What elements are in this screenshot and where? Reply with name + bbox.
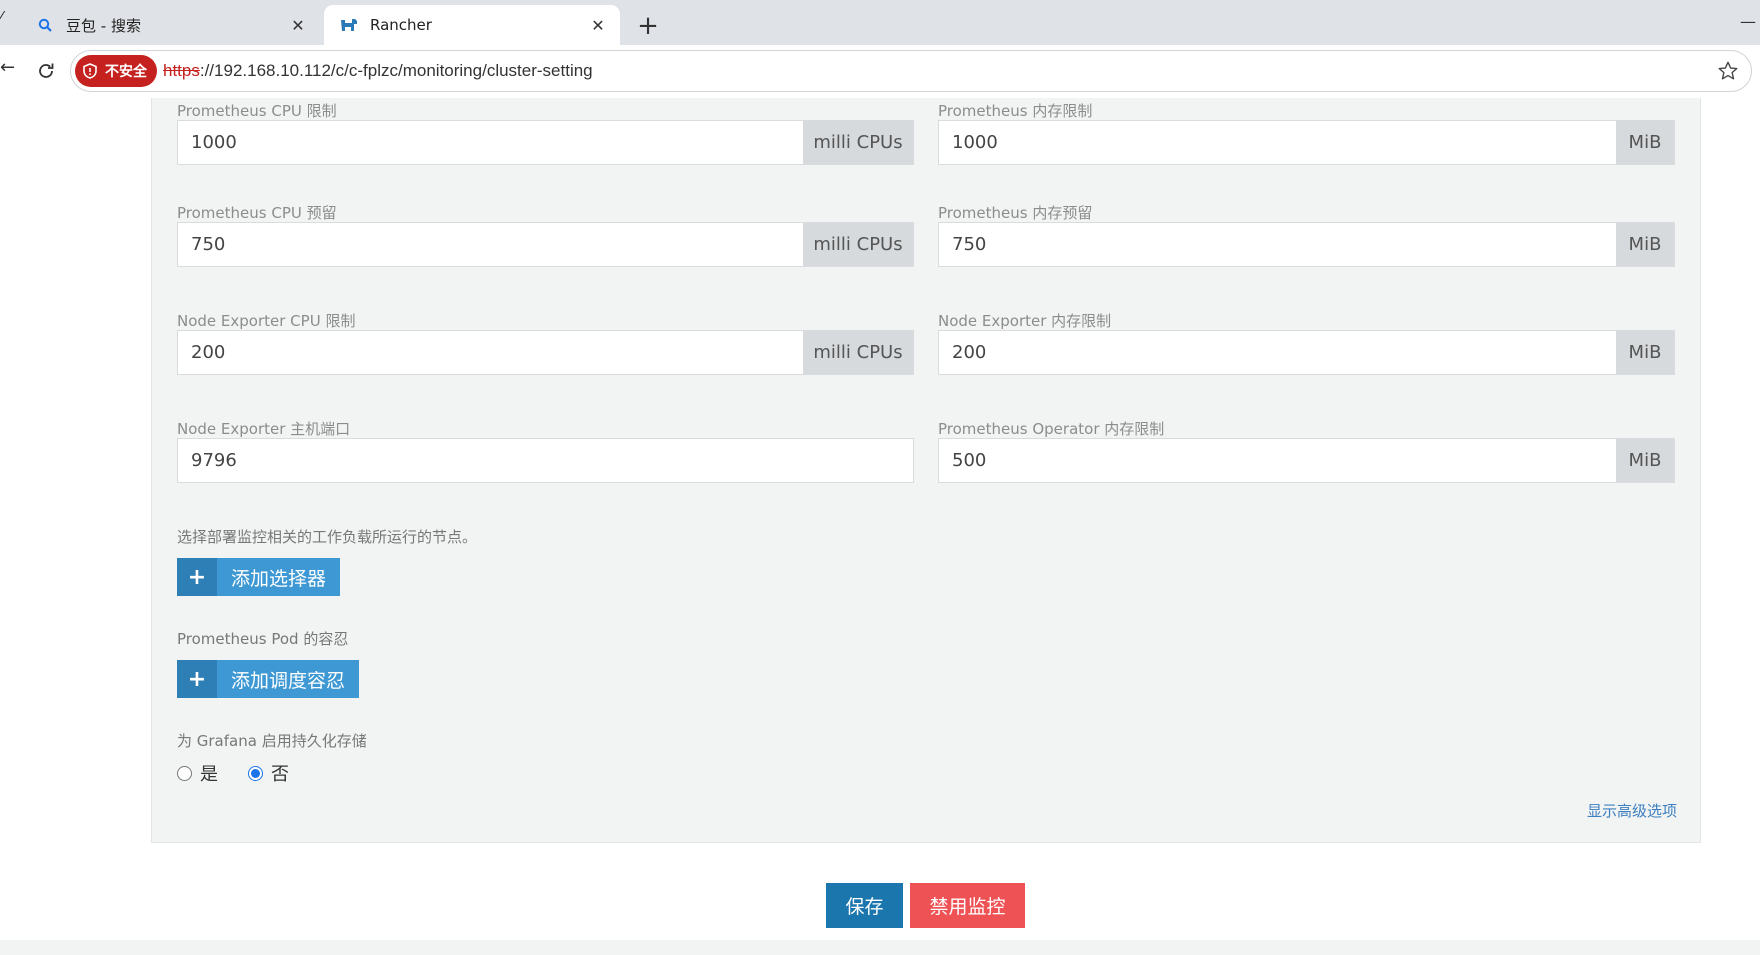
field-label: Prometheus Operator 内存限制 [938,420,1165,438]
plus-icon: + [177,660,217,698]
disable-monitoring-button[interactable]: 禁用监控 [910,883,1025,928]
operator-mem-limit-input[interactable]: 500 [939,439,1616,482]
unit-addon: MiB [1616,439,1674,482]
node-exporter-cpu-limit-input-group: 200 milli CPUs [177,330,914,375]
radio-yes[interactable]: 是 [177,760,218,786]
tab-doubao-search[interactable]: 豆包 - 搜索 ✕ [20,5,320,45]
bookmark-star-icon[interactable] [1717,60,1741,84]
tab-strip-overflow[interactable]: ⁄ [0,8,20,42]
field-label: Prometheus CPU 预留 [177,204,337,222]
operator-mem-limit-field: Prometheus Operator 内存限制 500 MiB [938,418,1675,488]
shield-warning-icon [83,63,97,79]
prometheus-cpu-reserve-input-group: 750 milli CPUs [177,222,914,267]
radio-no[interactable]: 否 [248,760,289,786]
back-arrow-icon[interactable]: ← [0,57,15,85]
radio-no-label: 否 [271,764,289,785]
operator-mem-limit-input-group: 500 MiB [938,438,1675,483]
plus-icon: + [177,558,217,596]
node-exporter-cpu-limit-input[interactable]: 200 [178,331,803,374]
unit-addon: milli CPUs [803,121,913,164]
show-advanced-options-link[interactable]: 显示高级选项 [1587,800,1677,821]
field-label: Node Exporter 主机端口 [177,420,351,438]
not-secure-badge[interactable]: 不安全 [75,55,157,87]
node-exporter-host-port-input-group: 9796 [177,438,914,483]
radio-no-control[interactable] [248,765,263,781]
url-path: ://192.168.10.112/c/c-fplzc/monitoring/c… [199,61,593,80]
node-exporter-cpu-limit-field: Node Exporter CPU 限制 200 milli CPUs [177,310,914,380]
field-label: Node Exporter 内存限制 [938,312,1112,330]
grafana-persistence-label: 为 Grafana 启用持久化存储 [177,732,367,750]
field-label: Prometheus 内存限制 [938,102,1093,120]
node-exporter-mem-limit-input-group: 200 MiB [938,330,1675,375]
tab-title: 豆包 - 搜索 [66,16,141,35]
close-icon[interactable]: ✕ [584,11,612,39]
node-exporter-mem-limit-field: Node Exporter 内存限制 200 MiB [938,310,1675,380]
prometheus-mem-limit-input-group: 1000 MiB [938,120,1675,165]
browser-tab-bar: ⁄ 豆包 - 搜索 ✕ Rancher ✕ + — [0,0,1760,45]
prometheus-mem-reserve-input[interactable]: 750 [939,223,1616,266]
reload-icon[interactable] [32,57,60,85]
prometheus-cpu-limit-input[interactable]: 1000 [178,121,803,164]
url-protocol: https [163,61,200,80]
field-label: Prometheus 内存预留 [938,204,1093,222]
unit-addon: milli CPUs [803,223,913,266]
tolerations-label: Prometheus Pod 的容忍 [177,630,349,648]
add-toleration-button[interactable]: + 添加调度容忍 [177,660,360,698]
not-secure-text: 不安全 [105,64,147,80]
add-selector-button-label: 添加选择器 [231,567,327,590]
tab-title: Rancher [370,16,432,34]
prometheus-cpu-limit-input-group: 1000 milli CPUs [177,120,914,165]
node-exporter-mem-limit-input[interactable]: 200 [939,331,1616,374]
new-tab-plus-icon[interactable]: + [632,10,664,42]
field-label: Node Exporter CPU 限制 [177,312,356,330]
prometheus-cpu-reserve-field: Prometheus CPU 预留 750 milli CPUs [177,202,914,272]
prometheus-mem-limit-field: Prometheus 内存限制 1000 MiB [938,100,1675,170]
prometheus-cpu-reserve-input[interactable]: 750 [178,223,803,266]
field-label: Prometheus CPU 限制 [177,102,337,120]
browser-toolbar: ← 不安全 https://192.168.10.112/c/c-fplzc/m… [0,45,1760,98]
save-button[interactable]: 保存 [826,883,903,928]
prometheus-mem-limit-input[interactable]: 1000 [939,121,1616,164]
page-viewport: Prometheus CPU 限制 1000 milli CPUs Promet… [0,98,1760,955]
close-icon[interactable]: ✕ [284,11,312,39]
node-exporter-host-port-input[interactable]: 9796 [178,439,913,482]
unit-addon: MiB [1616,121,1674,164]
unit-addon: milli CPUs [803,331,913,374]
unit-addon: MiB [1616,223,1674,266]
radio-yes-control[interactable] [177,765,192,781]
radio-yes-label: 是 [200,764,218,785]
page-footer-strip [0,940,1760,955]
tab-rancher[interactable]: Rancher ✕ [324,5,620,45]
node-selector-label: 选择部署监控相关的工作负载所运行的节点。 [177,528,478,546]
grafana-persistence-radio-group: 是 否 [177,760,289,786]
rancher-logo-icon [340,16,358,34]
address-bar[interactable]: 不安全 https://192.168.10.112/c/c-fplzc/mon… [70,50,1752,92]
unit-addon: MiB [1616,331,1674,374]
prometheus-cpu-limit-field: Prometheus CPU 限制 1000 milli CPUs [177,100,914,170]
add-selector-button[interactable]: + 添加选择器 [177,558,341,596]
add-toleration-button-label: 添加调度容忍 [231,669,346,692]
url-text[interactable]: https://192.168.10.112/c/c-fplzc/monitor… [163,61,593,81]
prometheus-mem-reserve-input-group: 750 MiB [938,222,1675,267]
node-exporter-host-port-field: Node Exporter 主机端口 9796 [177,418,914,488]
monitoring-settings-panel: Prometheus CPU 限制 1000 milli CPUs Promet… [151,98,1701,843]
search-icon [36,16,54,34]
prometheus-mem-reserve-field: Prometheus 内存预留 750 MiB [938,202,1675,272]
minimize-icon[interactable]: — [1740,12,1760,32]
